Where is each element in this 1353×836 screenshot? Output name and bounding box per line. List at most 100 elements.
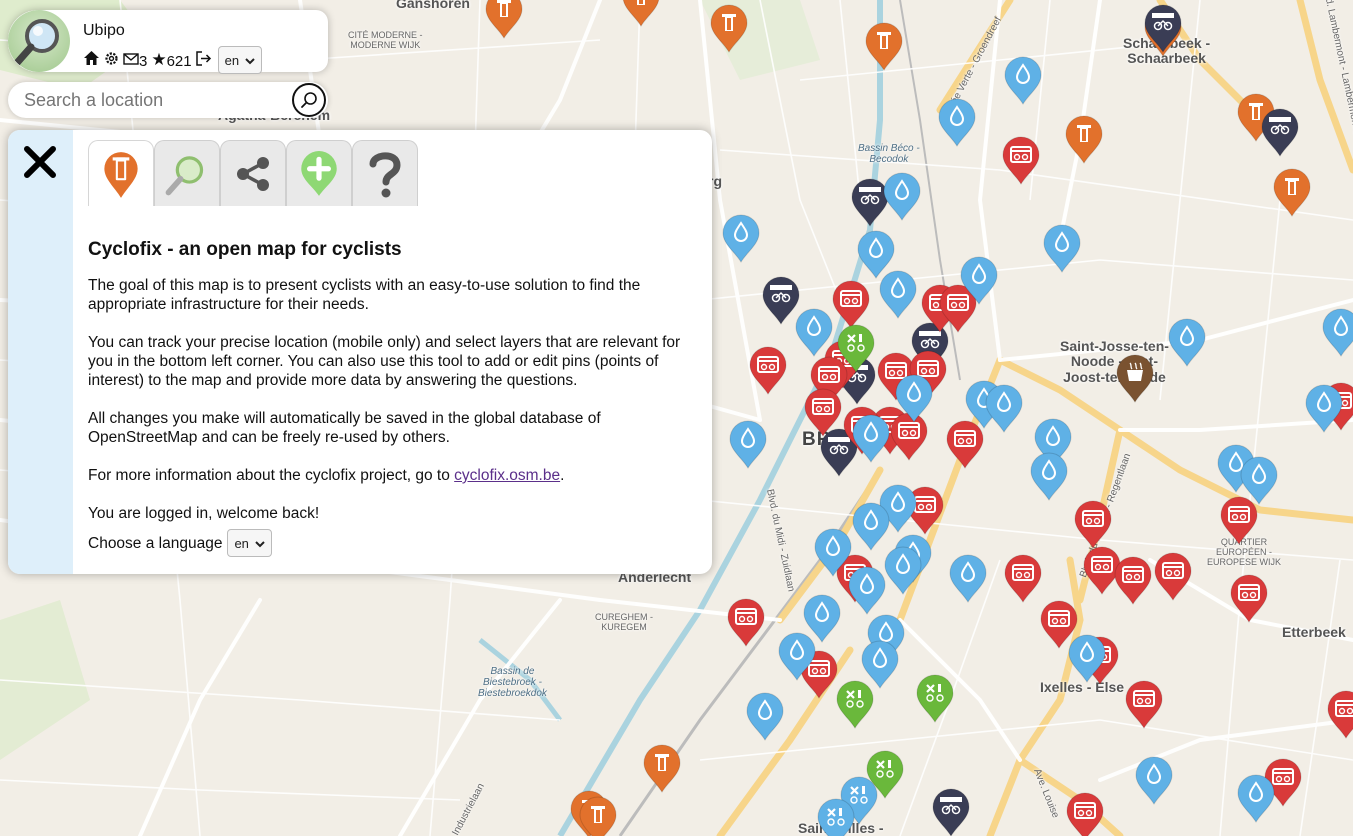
water-pin[interactable] (721, 214, 761, 264)
water-pin[interactable] (883, 546, 923, 596)
water-pin[interactable] (728, 420, 768, 470)
water-pin[interactable] (959, 256, 999, 306)
pump-pin[interactable] (642, 744, 682, 794)
repair-pin[interactable] (748, 346, 788, 396)
pump-pin[interactable] (578, 796, 618, 836)
water-pin[interactable] (851, 414, 891, 464)
repair-pin[interactable] (831, 280, 871, 330)
pump-pin[interactable] (1064, 115, 1104, 165)
cafe-pin[interactable] (1115, 354, 1155, 404)
water-pin[interactable] (1134, 756, 1174, 806)
language-select[interactable]: en (217, 46, 263, 74)
username[interactable]: Ubipo (83, 22, 125, 40)
water-pin[interactable] (1003, 56, 1043, 106)
water-pin[interactable] (777, 632, 817, 682)
water-pin[interactable] (1236, 774, 1276, 824)
mail-icon[interactable] (123, 52, 139, 69)
water-pin[interactable] (894, 374, 934, 424)
repair-pin[interactable] (1073, 500, 1113, 550)
water-pin-icon (1030, 452, 1068, 501)
repair-pin-icon (1066, 792, 1104, 836)
welcome-paragraph-track: You can track your precise location (mob… (88, 334, 681, 389)
repair-pin[interactable] (726, 598, 766, 648)
home-icon[interactable] (83, 50, 100, 70)
water-pin[interactable] (1167, 318, 1207, 368)
repair-pin[interactable] (1326, 690, 1353, 740)
water-pin[interactable] (794, 308, 834, 358)
chevron-down-icon (245, 53, 255, 68)
pump-pin-icon (622, 0, 660, 27)
water-pin-icon (895, 374, 933, 423)
water-pin-icon (729, 420, 767, 469)
pump-pin[interactable] (709, 4, 749, 54)
water-pin-icon (879, 270, 917, 319)
diy-pin[interactable] (915, 674, 955, 724)
logged-in-text: You are logged in, welcome back! (88, 505, 320, 522)
parking-pin[interactable] (1143, 4, 1183, 54)
logout-icon[interactable] (195, 50, 212, 70)
repair-pin-icon (1002, 136, 1040, 185)
diy-pin[interactable] (835, 680, 875, 730)
repair-pin[interactable] (1065, 792, 1105, 836)
water-pin[interactable] (1067, 634, 1107, 684)
tab-add[interactable] (286, 140, 352, 206)
water-pin[interactable] (847, 566, 887, 616)
pump-pin[interactable] (1272, 168, 1312, 218)
water-pin-icon (985, 384, 1023, 433)
water-pin[interactable] (1029, 452, 1069, 502)
parking-pin-icon (1261, 108, 1299, 157)
water-pin[interactable] (937, 98, 977, 148)
water-pin[interactable] (745, 692, 785, 742)
avatar[interactable] (8, 10, 70, 72)
magnifier-icon (165, 155, 204, 195)
panel-language-select[interactable]: en (227, 529, 272, 557)
repair-pin[interactable] (1003, 554, 1043, 604)
diy_blue-pin[interactable] (816, 798, 856, 836)
tab-help[interactable] (352, 140, 418, 206)
repair-pin[interactable] (1113, 556, 1153, 606)
search-input[interactable] (24, 88, 284, 112)
water-pin-icon (1240, 456, 1278, 505)
parking-pin-icon (1144, 4, 1182, 53)
diy-pin-icon (837, 324, 875, 373)
tab-share[interactable] (220, 140, 286, 206)
chevron-down-icon (255, 534, 265, 553)
water-pin[interactable] (878, 270, 918, 320)
water-pin[interactable] (1239, 456, 1279, 506)
pump-pin[interactable] (621, 0, 661, 28)
parking-pin-icon (932, 788, 970, 836)
map-label-bassin-beco: Bassin Béco - Becodok (858, 143, 920, 165)
water-pin-icon (778, 632, 816, 681)
parking-pin[interactable] (931, 788, 971, 836)
water-pin-icon (949, 554, 987, 603)
gear-icon[interactable] (104, 51, 119, 70)
water-pin[interactable] (1304, 384, 1344, 434)
water-pin[interactable] (1042, 224, 1082, 274)
pump-pin[interactable] (484, 0, 524, 40)
water-pin[interactable] (948, 554, 988, 604)
water-pin-icon (848, 566, 886, 615)
pump-pin[interactable] (864, 22, 904, 72)
close-button[interactable] (22, 144, 58, 180)
water-pin-icon (1068, 634, 1106, 683)
water-pin[interactable] (851, 502, 891, 552)
water-pin[interactable] (1321, 308, 1353, 358)
cyclofix-link[interactable]: cyclofix.osm.be (454, 467, 560, 484)
repair-pin[interactable] (1001, 136, 1041, 186)
search-bar (8, 82, 328, 118)
water-pin[interactable] (882, 172, 922, 222)
question-icon (369, 151, 401, 197)
parking-pin[interactable] (1260, 108, 1300, 158)
repair-pin[interactable] (1153, 552, 1193, 602)
repair-pin[interactable] (1124, 680, 1164, 730)
welcome-content: Cyclofix - an open map for cyclists The … (88, 240, 698, 557)
repair-pin[interactable] (803, 388, 843, 438)
search-button[interactable] (292, 83, 326, 117)
share-icon (237, 156, 269, 191)
diy-pin[interactable] (836, 324, 876, 374)
repair-pin[interactable] (1229, 574, 1269, 624)
tab-layers[interactable] (154, 140, 220, 206)
water-pin[interactable] (984, 384, 1024, 434)
pump-pin-icon (643, 744, 681, 793)
tab-welcome[interactable] (88, 140, 154, 206)
